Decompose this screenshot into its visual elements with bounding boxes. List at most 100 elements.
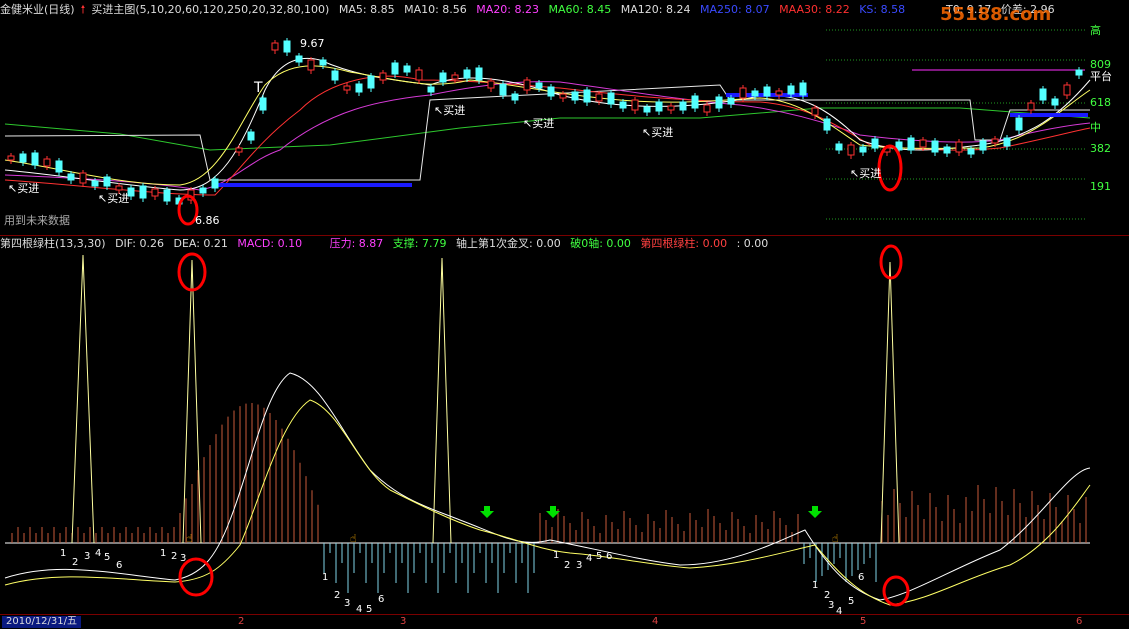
candle [499, 83, 507, 96]
count-number: 1 [160, 548, 167, 559]
candle [907, 137, 915, 151]
candle [55, 160, 63, 173]
date-axis[interactable]: 2010/12/31/五 2 3 4 5 6 [0, 614, 1129, 629]
hand-icon: ☝ [350, 532, 357, 545]
candle [319, 59, 327, 66]
candle [67, 173, 75, 181]
candle [871, 138, 879, 149]
candle [91, 180, 99, 187]
candle [211, 178, 219, 189]
buy-label: ↖买进 [434, 104, 466, 117]
candle [355, 83, 363, 93]
candle [307, 59, 315, 71]
t-label: T [254, 80, 263, 96]
buy-label: ↖买进 [8, 182, 40, 195]
candle [31, 152, 39, 166]
date-tick: 3 [400, 616, 407, 627]
level-lines [826, 29, 1085, 220]
candle [943, 146, 951, 154]
candle [763, 86, 771, 97]
candle [19, 153, 27, 163]
candle [379, 72, 387, 81]
candle [439, 72, 447, 83]
buy-label: ↖买进 [642, 126, 674, 139]
candle [847, 144, 855, 156]
candle [931, 140, 939, 153]
date-tick: 6 [1076, 616, 1083, 627]
candle [835, 143, 843, 151]
candle [571, 91, 579, 101]
count-number: 2 [171, 551, 178, 562]
candle [607, 92, 615, 105]
count-number: 3 [344, 598, 351, 609]
candle [787, 85, 795, 95]
candle [679, 101, 687, 111]
candle [163, 189, 171, 202]
count-number: 3 [84, 551, 91, 562]
candle [979, 140, 987, 151]
candle [955, 141, 963, 153]
candle [475, 67, 483, 81]
candle [463, 69, 471, 79]
dea-line [4, 399, 1091, 606]
candle [559, 93, 567, 99]
candle [595, 93, 603, 102]
candle [547, 86, 555, 97]
candle [775, 90, 783, 96]
candle [991, 138, 999, 144]
candle [1063, 84, 1071, 96]
candle [343, 85, 351, 91]
count-number: 6 [858, 572, 865, 583]
candle [1015, 117, 1023, 131]
candle [7, 155, 15, 161]
count-number: 4 [586, 553, 593, 564]
count-number: 3 [180, 553, 187, 564]
candle [631, 99, 639, 111]
macd-histogram [11, 403, 1087, 593]
candle [79, 172, 87, 184]
candle [1039, 88, 1047, 101]
count-number: 6 [606, 551, 613, 562]
date-tick: 2 [238, 616, 245, 627]
candle [427, 86, 435, 93]
current-date: 2010/12/31/五 [2, 616, 82, 628]
candle [415, 69, 423, 81]
level-label-platform: 平台 [1090, 70, 1112, 83]
candle [139, 185, 147, 199]
candle [823, 118, 831, 131]
candle [295, 55, 303, 63]
candle [643, 106, 651, 113]
dif-line [4, 372, 1091, 601]
candle [655, 101, 663, 112]
candle [199, 187, 207, 194]
hand-icon: ☝ [186, 532, 193, 545]
candle [235, 147, 243, 153]
candle [1003, 137, 1011, 147]
count-number: 4 [95, 548, 102, 559]
hand-icon: ☝ [832, 532, 839, 545]
candle [715, 96, 723, 109]
candle [919, 139, 927, 148]
candle [103, 176, 111, 187]
level-label-191: 191 [1090, 180, 1111, 193]
candle [727, 97, 735, 105]
candle [535, 82, 543, 89]
future-data-note: 用到未来数据 [4, 214, 70, 227]
candle [751, 90, 759, 97]
count-number: 5 [848, 596, 855, 607]
count-number: 6 [116, 560, 123, 571]
candle [367, 75, 375, 89]
count-number: 5 [104, 552, 111, 563]
chart-canvas[interactable] [0, 0, 1129, 614]
candle [403, 65, 411, 73]
count-number: 3 [576, 560, 583, 571]
count-number: 2 [72, 557, 79, 568]
candle [799, 82, 807, 96]
candle [271, 42, 279, 51]
count-number: 1 [60, 548, 67, 559]
date-tick: 5 [860, 616, 867, 627]
candle [523, 79, 531, 91]
count-number: 1 [812, 580, 819, 591]
candle [691, 95, 699, 109]
count-number: 3 [828, 600, 835, 611]
